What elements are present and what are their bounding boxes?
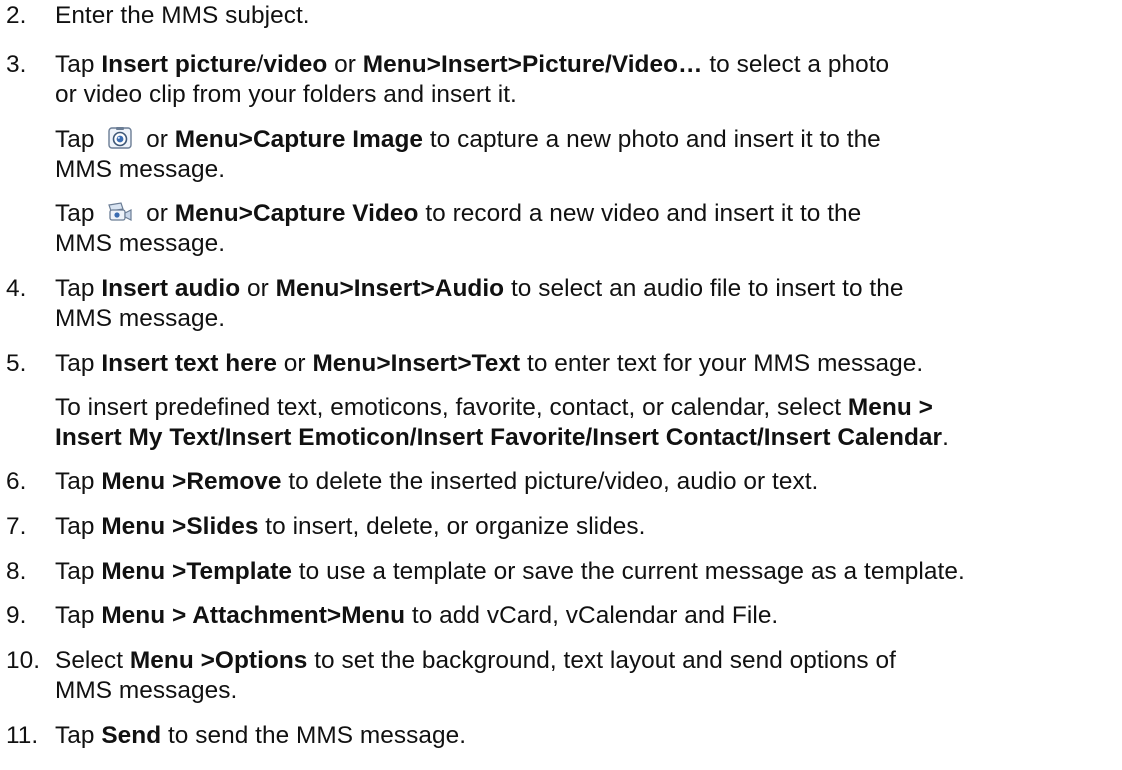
step-text: Tap Menu >Slides to insert, delete, or o… — [55, 513, 646, 540]
step-number: 3. — [6, 51, 27, 78]
step-number: 10. — [6, 647, 41, 674]
step-number: 9. — [6, 602, 27, 629]
step-number: 7. — [6, 513, 27, 540]
step-text: Tap Menu >Remove to delete the inserted … — [55, 468, 819, 495]
camera-icon — [107, 126, 133, 158]
step-text: Select Menu >Options to set the backgrou… — [55, 647, 896, 674]
step-text: Tap Menu > Attachment>Menu to add vCard,… — [55, 602, 779, 629]
step-number: 6. — [6, 468, 27, 495]
step-text: Tap Menu >Template to use a template or … — [55, 558, 965, 585]
step-text: Tap Send to send the MMS message. — [55, 722, 467, 749]
step-number: 5. — [6, 350, 27, 377]
step-number: 8. — [6, 558, 27, 585]
step-text: Enter the MMS subject. — [55, 2, 310, 29]
step-number: 4. — [6, 275, 27, 302]
step-number: 2. — [6, 2, 27, 29]
step-text: Tap Insert audio or Menu>Insert>Audio to… — [55, 275, 904, 302]
step-number: 11. — [6, 722, 39, 749]
step-text: Tap Insert text here or Menu>Insert>Text… — [55, 350, 924, 377]
document-page: 2. Enter the MMS subject. 3. Tap Insert … — [6, 2, 965, 749]
video-camera-icon — [107, 200, 133, 232]
step-text: Tap Insert picture/video or Menu>Insert>… — [55, 51, 890, 78]
